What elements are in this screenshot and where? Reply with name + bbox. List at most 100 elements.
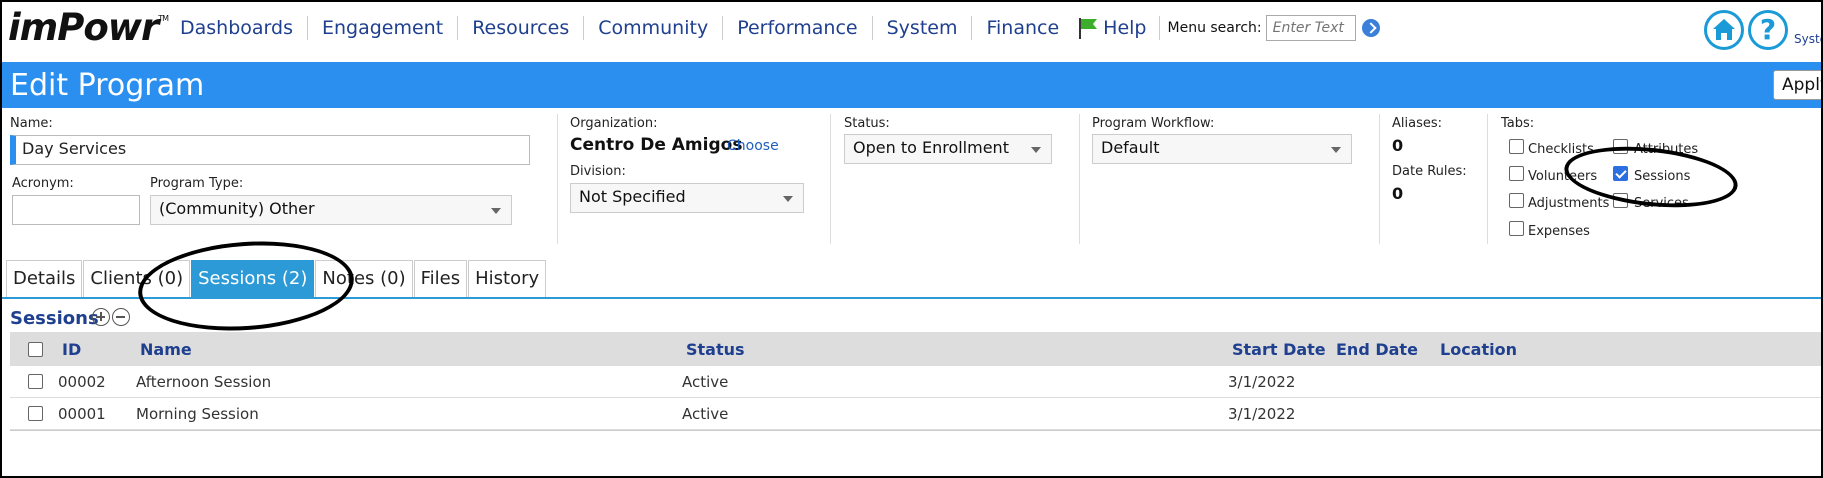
- col-name[interactable]: Name: [140, 340, 192, 359]
- division-label: Division:: [570, 164, 626, 179]
- row-checkbox[interactable]: [28, 374, 43, 389]
- acronym-label: Acronym:: [12, 176, 74, 191]
- menu-performance[interactable]: Performance: [723, 16, 873, 40]
- main-menu: Dashboards Engagement Resources Communit…: [170, 15, 1380, 41]
- name-label: Name:: [10, 116, 53, 131]
- menu-resources[interactable]: Resources: [458, 16, 585, 40]
- col-end-date[interactable]: End Date: [1336, 340, 1418, 359]
- workflow-select[interactable]: Default: [1092, 134, 1352, 164]
- divider: [1079, 114, 1080, 244]
- date-rules-value[interactable]: 0: [1392, 184, 1403, 203]
- logo-text: imPowr: [8, 6, 159, 49]
- add-circle-icon[interactable]: [92, 308, 110, 326]
- go-arrow-icon[interactable]: [1361, 19, 1380, 37]
- menu-search-input[interactable]: [1265, 15, 1356, 41]
- services-checkbox[interactable]: [1613, 193, 1628, 208]
- menu-community[interactable]: Community: [584, 16, 724, 40]
- status-select[interactable]: Open to Enrollment: [844, 134, 1052, 164]
- tab-clients[interactable]: Clients (0): [83, 260, 191, 298]
- app-frame: imPowrTM Dashboards Engagement Resources…: [0, 0, 1823, 478]
- tab-notes[interactable]: Notes (0): [315, 260, 413, 298]
- select-all-checkbox[interactable]: [28, 342, 43, 357]
- menu-system[interactable]: System: [873, 16, 973, 40]
- choose-organization-link[interactable]: Choose: [727, 138, 779, 154]
- cell-status: Active: [682, 373, 729, 391]
- organization-label: Organization:: [570, 116, 658, 131]
- divider: [557, 114, 558, 244]
- cell-start-date: 3/1/2022: [1228, 373, 1296, 391]
- checklists-checkbox[interactable]: [1509, 139, 1524, 154]
- tab-sessions[interactable]: Sessions (2): [191, 260, 315, 298]
- cell-name[interactable]: Morning Session: [136, 405, 259, 423]
- acronym-field[interactable]: [12, 195, 140, 225]
- logo-trademark: TM: [158, 14, 169, 23]
- attributes-checkbox[interactable]: [1613, 139, 1628, 154]
- col-location[interactable]: Location: [1440, 340, 1517, 359]
- col-start-date[interactable]: Start Date: [1232, 340, 1326, 359]
- tab-details[interactable]: Details: [6, 260, 83, 298]
- col-id[interactable]: ID: [62, 340, 81, 359]
- aliases-label: Aliases:: [1392, 116, 1443, 131]
- status-value: Open to Enrollment: [853, 138, 1009, 157]
- cell-status: Active: [682, 405, 729, 423]
- cell-id: 00002: [58, 373, 106, 391]
- menu-dashboards[interactable]: Dashboards: [170, 16, 308, 40]
- workflow-label: Program Workflow:: [1092, 116, 1215, 131]
- name-field[interactable]: Day Services: [10, 135, 530, 165]
- organization-value: Centro De Amigos: [570, 135, 743, 155]
- division-value: Not Specified: [579, 187, 686, 206]
- volunteers-label: Volunteers: [1528, 169, 1598, 184]
- apply-button[interactable]: Apply: [1773, 70, 1821, 100]
- adjustments-checkbox[interactable]: [1509, 193, 1524, 208]
- expenses-label: Expenses: [1528, 224, 1590, 239]
- table-bottom-border: [10, 430, 1821, 431]
- workflow-value: Default: [1101, 138, 1160, 157]
- remove-circle-icon[interactable]: [112, 308, 130, 326]
- tab-files[interactable]: Files: [413, 260, 468, 298]
- help-circle-icon[interactable]: ?: [1748, 10, 1788, 50]
- program-type-select[interactable]: (Community) Other: [150, 195, 512, 225]
- services-label: Services: [1634, 196, 1689, 211]
- row-checkbox[interactable]: [28, 406, 43, 421]
- tab-bar: Details Clients (0) Sessions (2) Notes (…: [6, 260, 547, 298]
- divider: [1379, 114, 1380, 244]
- help-link[interactable]: Help: [1099, 16, 1160, 40]
- menu-search-label: Menu search:: [1167, 20, 1262, 36]
- status-label: Status:: [844, 116, 890, 131]
- top-nav: imPowrTM Dashboards Engagement Resources…: [2, 2, 1821, 62]
- chevron-down-icon: [491, 208, 501, 214]
- flag-icon[interactable]: [1077, 16, 1099, 40]
- expenses-checkbox[interactable]: [1509, 221, 1524, 236]
- cell-start-date: 3/1/2022: [1228, 405, 1296, 423]
- chevron-down-icon: [783, 196, 793, 202]
- menu-engagement[interactable]: Engagement: [308, 16, 459, 40]
- program-type-label: Program Type:: [150, 176, 244, 191]
- program-type-value: (Community) Other: [159, 199, 315, 218]
- division-select[interactable]: Not Specified: [570, 183, 804, 213]
- table-row[interactable]: 00001 Morning Session Active 3/1/2022: [10, 398, 1821, 430]
- divider: [1487, 114, 1488, 244]
- logo[interactable]: imPowrTM: [8, 6, 169, 49]
- chevron-down-icon: [1331, 147, 1341, 153]
- tab-history[interactable]: History: [468, 260, 547, 298]
- aliases-value[interactable]: 0: [1392, 136, 1403, 155]
- home-icon[interactable]: [1704, 10, 1744, 50]
- cell-id: 00001: [58, 405, 106, 423]
- table-row[interactable]: 00002 Afternoon Session Active 3/1/2022: [10, 366, 1821, 398]
- volunteers-checkbox[interactable]: [1509, 166, 1524, 181]
- menu-finance[interactable]: Finance: [972, 16, 1073, 40]
- attributes-label: Attributes: [1634, 142, 1699, 157]
- checklists-label: Checklists: [1528, 142, 1594, 157]
- sessions-label: Sessions: [1634, 169, 1691, 184]
- sessions-section-title: Sessions: [10, 308, 99, 329]
- tab-underline: [2, 297, 1821, 299]
- page-header: Edit Program Apply: [2, 62, 1821, 108]
- chevron-down-icon: [1031, 147, 1041, 153]
- divider: [830, 114, 831, 244]
- tabs-label: Tabs:: [1501, 116, 1535, 131]
- col-status[interactable]: Status: [686, 340, 745, 359]
- system-user-link[interactable]: Syste: [1794, 32, 1821, 46]
- sessions-checkbox[interactable]: [1613, 166, 1628, 181]
- cell-name[interactable]: Afternoon Session: [136, 373, 271, 391]
- date-rules-label: Date Rules:: [1392, 164, 1467, 179]
